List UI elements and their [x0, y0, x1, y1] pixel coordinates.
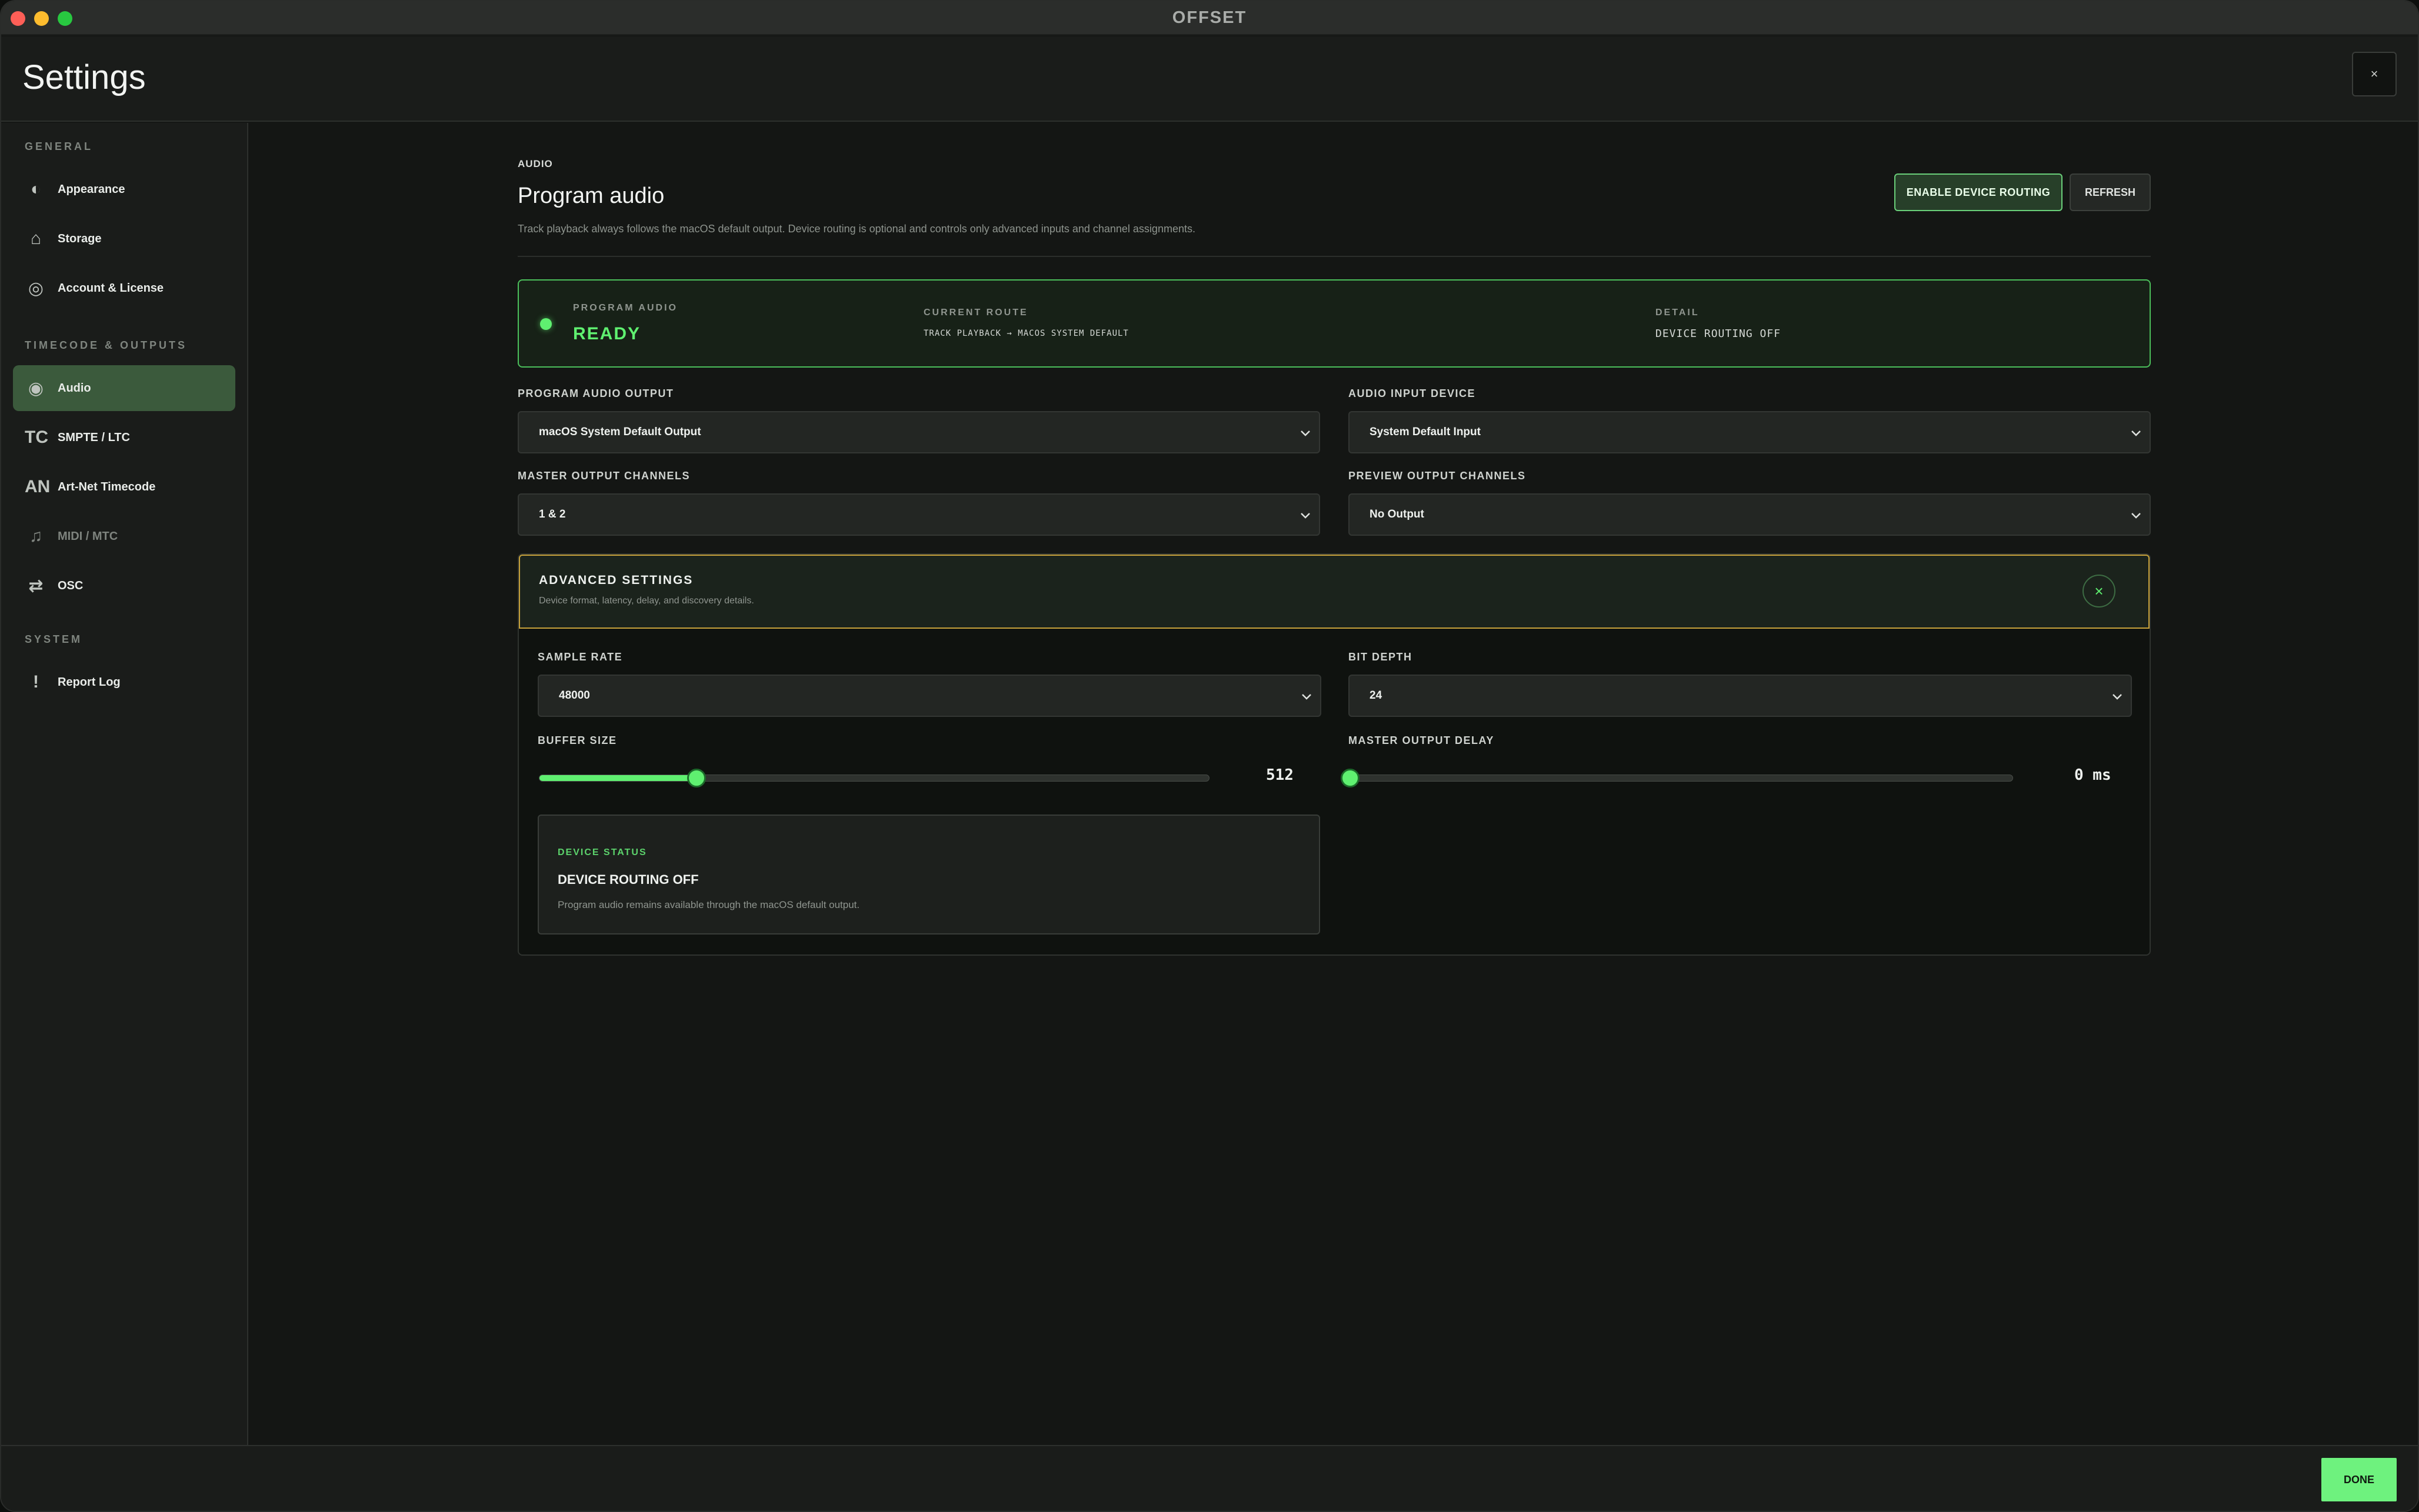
advanced-settings-subtitle: Device format, latency, delay, and disco…: [539, 596, 754, 606]
current-route-label: CURRENT ROUTE: [924, 308, 1028, 318]
section-eyebrow: AUDIO: [518, 158, 553, 169]
advanced-settings-title: ADVANCED SETTINGS: [539, 573, 694, 587]
arrows-exchange-icon: ⇄: [28, 576, 44, 596]
sidebar-section-system: SYSTEM: [25, 633, 83, 645]
close-icon[interactable]: ×: [2083, 575, 2115, 608]
settings-header: Settings ×: [1, 36, 2418, 122]
contrast-icon: ◐: [30, 179, 42, 199]
sample-rate-select[interactable]: 48000: [538, 675, 1321, 717]
audio-icon: ◉: [28, 378, 44, 398]
title-bar: OFFSET: [1, 1, 2418, 35]
refresh-button[interactable]: REFRESH: [2070, 173, 2151, 211]
app-window: OFFSET Settings × GENERAL ◐ Appearance ⌂…: [0, 0, 2419, 1512]
buffer-size-slider-handle[interactable]: [687, 769, 707, 787]
input-device-select[interactable]: System Default Input: [1348, 411, 2151, 453]
preview-channels-label: PREVIEW OUTPUT CHANNELS: [1348, 470, 1526, 482]
sidebar-item-art-net[interactable]: AN Art-Net Timecode: [13, 464, 235, 510]
advanced-settings-header[interactable]: ADVANCED SETTINGS Device format, latency…: [519, 555, 2150, 629]
sample-rate-label: SAMPLE RATE: [538, 651, 623, 663]
sidebar-item-smpte-ltc[interactable]: TC SMPTE / LTC: [13, 415, 235, 460]
page-title: Settings: [22, 58, 146, 96]
chevron-down-icon: [2131, 430, 2141, 436]
section-title: Program audio: [518, 183, 665, 208]
status-dot-icon: [540, 318, 552, 330]
artnet-icon: AN: [25, 477, 51, 496]
sidebar-item-label: MIDI / MTC: [58, 529, 118, 543]
sidebar-item-storage[interactable]: ⌂ Storage: [13, 216, 235, 262]
sample-rate-value: 48000: [559, 689, 590, 702]
master-channels-value: 1 & 2: [539, 508, 566, 520]
sidebar-item-label: Storage: [58, 232, 102, 245]
sidebar-item-label: Audio: [58, 381, 91, 395]
sidebar-item-label: Report Log: [58, 675, 121, 689]
sidebar-section-timecode: TIMECODE & OUTPUTS: [25, 339, 188, 351]
divider: [518, 256, 2151, 257]
chevron-down-icon: [1302, 694, 1311, 700]
device-status-title: DEVICE ROUTING OFF: [558, 872, 699, 887]
output-delay-value: 0 ms: [2074, 766, 2111, 784]
buffer-size-slider-fill: [539, 775, 697, 781]
account-icon: ◎: [28, 278, 44, 298]
sidebar: GENERAL ◐ Appearance ⌂ Storage ◎ Account…: [1, 123, 248, 1445]
sidebar-item-appearance[interactable]: ◐ Appearance: [13, 166, 235, 212]
output-delay-label: MASTER OUTPUT DELAY: [1348, 735, 1494, 746]
program-output-label: PROGRAM AUDIO OUTPUT: [518, 388, 674, 399]
device-status-card: DEVICE STATUS DEVICE ROUTING OFF Program…: [538, 815, 1320, 934]
program-audio-label: PROGRAM AUDIO: [573, 303, 678, 313]
exclamation-icon: !: [33, 672, 39, 692]
bit-depth-select[interactable]: 24: [1348, 675, 2132, 717]
program-audio-value: READY: [573, 324, 641, 343]
sidebar-item-report-log[interactable]: ! Report Log: [13, 659, 235, 705]
section-description: Track playback always follows the macOS …: [518, 223, 1195, 235]
detail-value: DEVICE ROUTING OFF: [1655, 328, 1781, 340]
close-settings-button[interactable]: ×: [2352, 52, 2397, 96]
advanced-settings-panel: ADVANCED SETTINGS Device format, latency…: [518, 553, 2151, 956]
output-delay-slider[interactable]: [1341, 769, 2013, 787]
input-device-value: System Default Input: [1370, 426, 1481, 438]
preview-channels-select[interactable]: No Output: [1348, 493, 2151, 536]
chevron-down-icon: [2131, 513, 2141, 519]
program-output-value: macOS System Default Output: [539, 426, 701, 438]
program-audio-status-card: PROGRAM AUDIO READY CURRENT ROUTE TRACK …: [518, 279, 2151, 368]
device-status-text: Program audio remains available through …: [558, 899, 860, 910]
buffer-size-slider[interactable]: [539, 769, 1210, 787]
preview-channels-value: No Output: [1370, 508, 1424, 520]
sidebar-section-general: GENERAL: [25, 141, 94, 152]
sidebar-item-osc[interactable]: ⇄ OSC: [13, 563, 235, 609]
master-channels-select[interactable]: 1 & 2: [518, 493, 1320, 536]
sidebar-item-label: Art-Net Timecode: [58, 480, 156, 493]
sidebar-item-label: OSC: [58, 579, 84, 592]
sidebar-item-account-license[interactable]: ◎ Account & License: [13, 265, 235, 311]
device-status-label: DEVICE STATUS: [558, 847, 647, 857]
sidebar-item-label: SMPTE / LTC: [58, 430, 130, 444]
sidebar-item-label: Account & License: [58, 281, 164, 295]
detail-label: DETAIL: [1655, 308, 1700, 318]
program-output-select[interactable]: macOS System Default Output: [518, 411, 1320, 453]
timecode-icon: TC: [25, 428, 48, 447]
current-route-value: TRACK PLAYBACK → MACOS SYSTEM DEFAULT: [924, 329, 1129, 338]
window-title: OFFSET: [1172, 8, 1247, 27]
chevron-down-icon: [1301, 430, 1310, 436]
master-channels-label: MASTER OUTPUT CHANNELS: [518, 470, 690, 482]
sidebar-item-label: Appearance: [58, 182, 125, 196]
sidebar-item-midi-mtc[interactable]: ♫ MIDI / MTC: [13, 513, 235, 559]
input-device-label: AUDIO INPUT DEVICE: [1348, 388, 1476, 399]
house-icon: ⌂: [30, 229, 42, 248]
bit-depth-value: 24: [1370, 689, 1382, 702]
sidebar-item-audio[interactable]: ◉ Audio: [13, 365, 235, 411]
music-note-icon: ♫: [29, 526, 43, 546]
buffer-size-value: 512: [1266, 766, 1294, 784]
chevron-down-icon: [2113, 694, 2122, 700]
bit-depth-label: BIT DEPTH: [1348, 651, 1412, 663]
done-button[interactable]: DONE: [2321, 1458, 2397, 1501]
buffer-size-label: BUFFER SIZE: [538, 735, 617, 746]
chevron-down-icon: [1301, 513, 1310, 519]
settings-footer: DONE: [1, 1445, 2418, 1511]
main-panel: AUDIO Program audio Track playback alway…: [249, 123, 2418, 1445]
enable-device-routing-button[interactable]: ENABLE DEVICE ROUTING: [1894, 173, 2063, 211]
output-delay-slider-handle[interactable]: [1341, 769, 1360, 787]
